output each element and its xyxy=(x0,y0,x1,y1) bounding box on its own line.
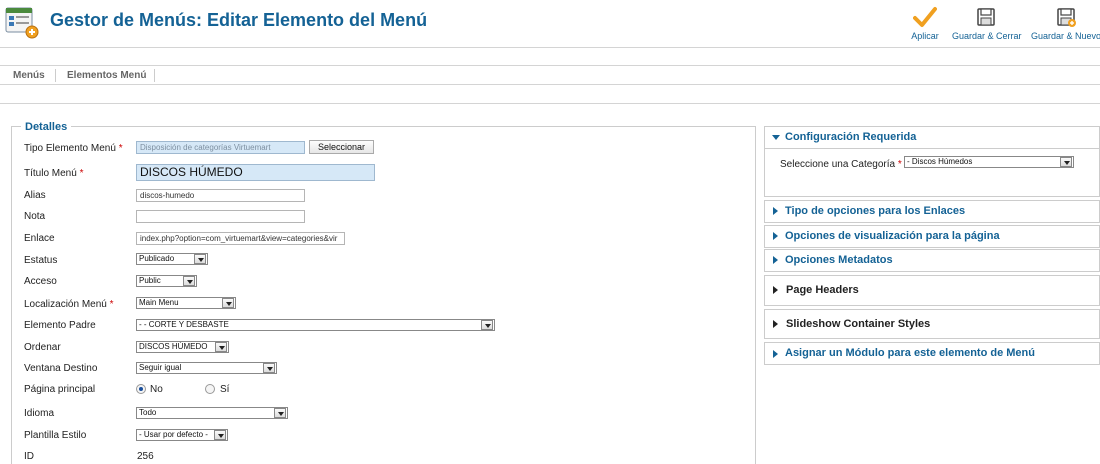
alias-field[interactable]: discos-humedo xyxy=(136,189,305,202)
save-new-label: Guardar & Nuevo xyxy=(1031,31,1100,41)
save-close-label: Guardar & Cerrar xyxy=(952,31,1022,41)
chevron-down-icon xyxy=(481,320,493,330)
parent-select[interactable]: - - CORTE Y DESBASTE xyxy=(136,319,495,331)
template-label: Plantilla Estilo xyxy=(24,430,87,441)
submenu-item-menu-items[interactable]: Elementos Menú xyxy=(67,70,146,81)
chevron-down-icon xyxy=(183,276,195,286)
expand-icon xyxy=(773,256,778,264)
chevron-down-icon xyxy=(263,363,275,373)
metadata-options-title[interactable]: Opciones Metadatos xyxy=(785,254,893,266)
type-label: Tipo Elemento Menú * xyxy=(24,143,123,154)
submenu-divider xyxy=(55,69,56,82)
category-label: Seleccione una Categoría * xyxy=(780,159,902,170)
order-label: Ordenar xyxy=(24,342,61,353)
details-fieldset xyxy=(11,126,756,464)
chevron-down-icon xyxy=(274,408,286,418)
assign-module-title[interactable]: Asignar un Módulo para este elemento de … xyxy=(785,347,1035,359)
home-no-label: No xyxy=(150,384,163,395)
page-title: Gestor de Menús: Editar Elemento del Men… xyxy=(50,10,428,30)
expand-icon xyxy=(773,232,778,240)
location-label: Localización Menú * xyxy=(24,299,114,310)
save-new-button[interactable]: Guardar & Nuevo xyxy=(1031,6,1100,41)
type-field[interactable]: Disposición de categorías Virtuemart xyxy=(136,141,305,154)
expand-icon xyxy=(773,207,778,215)
collapse-icon xyxy=(772,135,780,140)
language-label: Idioma xyxy=(24,408,55,419)
status-label: Estatus xyxy=(24,255,58,266)
access-label: Acceso xyxy=(24,276,57,287)
order-select[interactable]: DISCOS HÚMEDO xyxy=(136,341,229,353)
expand-icon xyxy=(773,320,778,328)
chevron-down-icon xyxy=(222,298,234,308)
submenu-divider xyxy=(154,69,155,82)
link-field[interactable]: index.php?option=com_virtuemart&view=cat… xyxy=(136,232,345,245)
home-label: Página principal xyxy=(24,384,96,395)
submenu: Menús Elementos Menú xyxy=(0,65,1100,85)
link-options-title[interactable]: Tipo de opciones para los Enlaces xyxy=(785,205,965,217)
apply-label: Aplicar xyxy=(911,31,939,41)
id-label: ID xyxy=(24,451,34,462)
chevron-down-icon xyxy=(215,342,227,352)
expand-icon xyxy=(773,286,778,294)
home-yes-label: Sí xyxy=(220,384,230,395)
details-legend: Detalles xyxy=(21,121,72,133)
access-select[interactable]: Public xyxy=(136,275,197,287)
menu-manager-logo xyxy=(5,5,39,39)
display-options-title[interactable]: Opciones de visualización para la página xyxy=(785,230,1000,242)
required-config-title[interactable]: Configuración Requerida xyxy=(785,131,916,143)
select-type-button[interactable]: Seleccionar xyxy=(309,140,375,154)
panel-divider xyxy=(765,148,1100,149)
header: Gestor de Menús: Editar Elemento del Men… xyxy=(0,0,1100,48)
category-select[interactable]: - Discos Húmedos xyxy=(904,156,1074,168)
status-select[interactable]: Publicado xyxy=(136,253,208,265)
save-close-button[interactable]: Guardar & Cerrar xyxy=(952,6,1022,41)
submenu-item-menus[interactable]: Menús xyxy=(13,70,45,81)
parent-label: Elemento Padre xyxy=(24,320,96,331)
home-no-radio[interactable] xyxy=(136,384,146,394)
chevron-down-icon xyxy=(1060,157,1072,167)
id-value: 256 xyxy=(137,451,154,462)
page-headers-title[interactable]: Page Headers xyxy=(786,284,859,296)
target-label: Ventana Destino xyxy=(24,363,98,374)
divider xyxy=(0,103,1100,104)
chevron-down-icon xyxy=(214,430,226,440)
target-select[interactable]: Seguir igual xyxy=(136,362,277,374)
home-yes-radio[interactable] xyxy=(205,384,215,394)
title-field[interactable]: DISCOS HÚMEDO xyxy=(136,164,375,181)
apply-button[interactable]: Aplicar xyxy=(908,6,942,41)
link-label: Enlace xyxy=(24,233,55,244)
location-select[interactable]: Main Menu xyxy=(136,297,236,309)
template-select[interactable]: - Usar por defecto - xyxy=(136,429,228,441)
save-new-icon xyxy=(1056,8,1076,27)
check-icon xyxy=(913,7,937,27)
title-label: Título Menú * xyxy=(24,168,84,179)
note-field[interactable] xyxy=(136,210,305,223)
language-select[interactable]: Todo xyxy=(136,407,288,419)
alias-label: Alias xyxy=(24,190,46,201)
slideshow-styles-title[interactable]: Slideshow Container Styles xyxy=(786,318,930,330)
note-label: Nota xyxy=(24,211,46,222)
chevron-down-icon xyxy=(194,254,206,264)
expand-icon xyxy=(773,350,778,358)
save-close-icon xyxy=(977,8,995,26)
